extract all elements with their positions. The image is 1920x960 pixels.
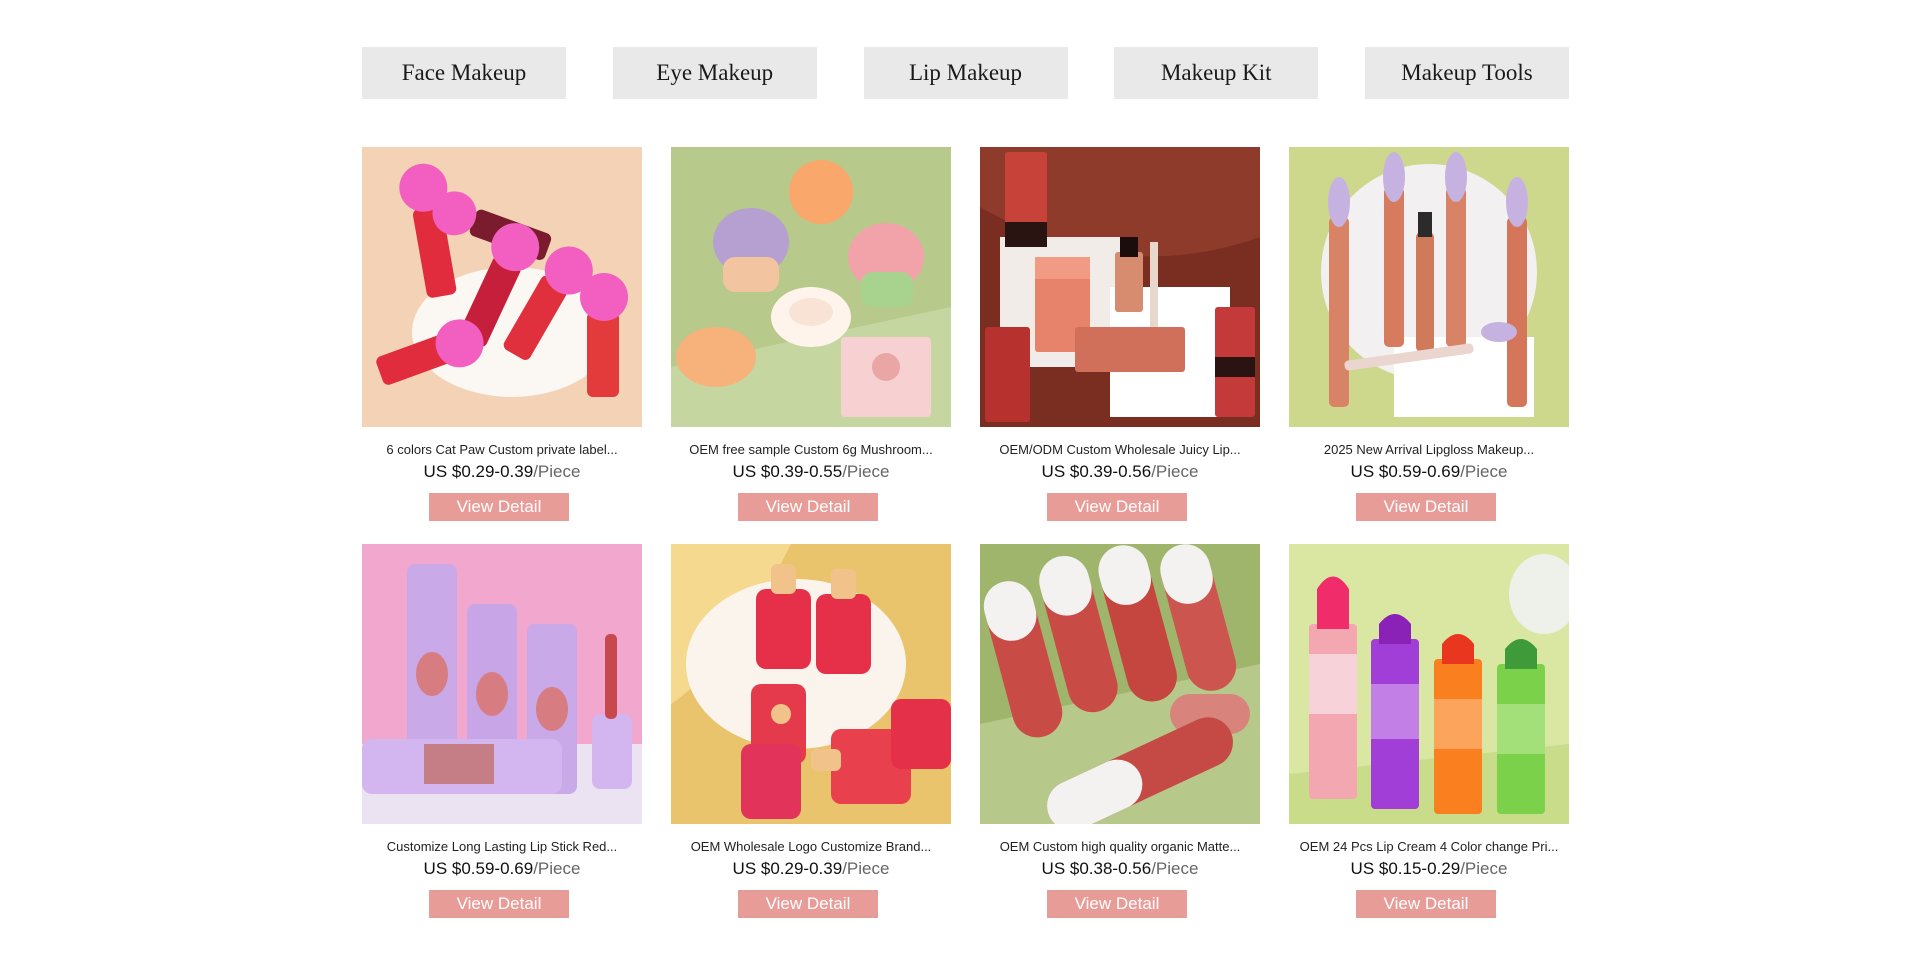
product-price: US $0.39-0.56/Piece — [980, 462, 1260, 482]
product-image[interactable] — [671, 147, 951, 427]
product-image[interactable] — [980, 544, 1260, 824]
category-tabs: Face Makeup Eye Makeup Lip Makeup Makeup… — [362, 47, 1569, 99]
product-card: OEM Wholesale Logo Customize Brand... US… — [671, 544, 951, 920]
product-title[interactable]: OEM Wholesale Logo Customize Brand... — [661, 839, 961, 854]
product-image[interactable] — [1289, 147, 1569, 427]
price-unit: /Piece — [842, 462, 890, 481]
product-image[interactable] — [980, 147, 1260, 427]
view-detail-button[interactable]: View Detail — [738, 493, 878, 521]
super-stay-matte-ink-photo — [980, 544, 1260, 824]
tab-eye-makeup[interactable]: Eye Makeup — [612, 47, 817, 99]
product-card: OEM/ODM Custom Wholesale Juicy Lip... US… — [980, 147, 1260, 523]
price-value: US $0.15-0.29 — [1350, 859, 1461, 878]
price-unit: /Piece — [1151, 462, 1199, 481]
view-detail-button[interactable]: View Detail — [738, 890, 878, 918]
product-price: US $0.29-0.39/Piece — [362, 462, 642, 482]
view-detail-button[interactable]: View Detail — [1047, 890, 1187, 918]
product-title[interactable]: OEM free sample Custom 6g Mushroom... — [661, 442, 961, 457]
view-detail-button[interactable]: View Detail — [1047, 493, 1187, 521]
product-title[interactable]: OEM 24 Pcs Lip Cream 4 Color change Pri.… — [1279, 839, 1579, 854]
view-detail-button[interactable]: View Detail — [1356, 493, 1496, 521]
price-value: US $0.38-0.56 — [1041, 859, 1152, 878]
product-image[interactable] — [362, 147, 642, 427]
product-title[interactable]: 2025 New Arrival Lipgloss Makeup... — [1279, 442, 1579, 457]
product-price: US $0.59-0.69/Piece — [1289, 462, 1569, 482]
product-price: US $0.59-0.69/Piece — [362, 859, 642, 879]
price-value: US $0.59-0.69 — [1350, 462, 1461, 481]
matte-lipgloss-photo — [1289, 147, 1569, 427]
product-price: US $0.39-0.55/Piece — [671, 462, 951, 482]
product-card: 2025 New Arrival Lipgloss Makeup... US $… — [1289, 147, 1569, 523]
price-unit: /Piece — [533, 462, 581, 481]
lavender-lipstick-photo — [362, 544, 642, 824]
tab-lip-makeup[interactable]: Lip Makeup — [863, 47, 1068, 99]
price-unit: /Piece — [1460, 462, 1508, 481]
cat-paw-lip-gloss-photo — [362, 147, 642, 427]
view-detail-button[interactable]: View Detail — [429, 890, 569, 918]
price-value: US $0.29-0.39 — [732, 859, 843, 878]
price-value: US $0.29-0.39 — [423, 462, 534, 481]
price-value: US $0.59-0.69 — [423, 859, 534, 878]
product-title[interactable]: Customize Long Lasting Lip Stick Red... — [352, 839, 652, 854]
product-card: OEM 24 Pcs Lip Cream 4 Color change Pri.… — [1289, 544, 1569, 920]
price-unit: /Piece — [1151, 859, 1199, 878]
chocolate-lip-gloss-photo — [980, 147, 1260, 427]
product-image[interactable] — [1289, 544, 1569, 824]
price-value: US $0.39-0.55 — [732, 462, 843, 481]
price-value: US $0.39-0.56 — [1041, 462, 1152, 481]
product-card: Customize Long Lasting Lip Stick Red... … — [362, 544, 642, 920]
product-card: OEM free sample Custom 6g Mushroom... US… — [671, 147, 951, 523]
product-price: US $0.15-0.29/Piece — [1289, 859, 1569, 879]
product-title[interactable]: OEM Custom high quality organic Matte... — [970, 839, 1270, 854]
popsicle-lip-gloss-photo — [671, 544, 951, 824]
view-detail-button[interactable]: View Detail — [1356, 890, 1496, 918]
product-card: 6 colors Cat Paw Custom private label...… — [362, 147, 642, 523]
price-unit: /Piece — [533, 859, 581, 878]
product-image[interactable] — [362, 544, 642, 824]
product-price: US $0.29-0.39/Piece — [671, 859, 951, 879]
tab-makeup-tools[interactable]: Makeup Tools — [1365, 47, 1569, 99]
product-card: OEM Custom high quality organic Matte...… — [980, 544, 1260, 920]
product-grid: 6 colors Cat Paw Custom private label...… — [362, 147, 1569, 920]
tab-makeup-kit[interactable]: Makeup Kit — [1114, 47, 1319, 99]
price-unit: /Piece — [1460, 859, 1508, 878]
product-title[interactable]: 6 colors Cat Paw Custom private label... — [352, 442, 652, 457]
tab-face-makeup[interactable]: Face Makeup — [362, 47, 566, 99]
product-image[interactable] — [671, 544, 951, 824]
product-title[interactable]: OEM/ODM Custom Wholesale Juicy Lip... — [970, 442, 1270, 457]
price-unit: /Piece — [842, 859, 890, 878]
mushroom-lip-balm-photo — [671, 147, 951, 427]
color-change-lipstick-photo — [1289, 544, 1569, 824]
product-price: US $0.38-0.56/Piece — [980, 859, 1260, 879]
view-detail-button[interactable]: View Detail — [429, 493, 569, 521]
